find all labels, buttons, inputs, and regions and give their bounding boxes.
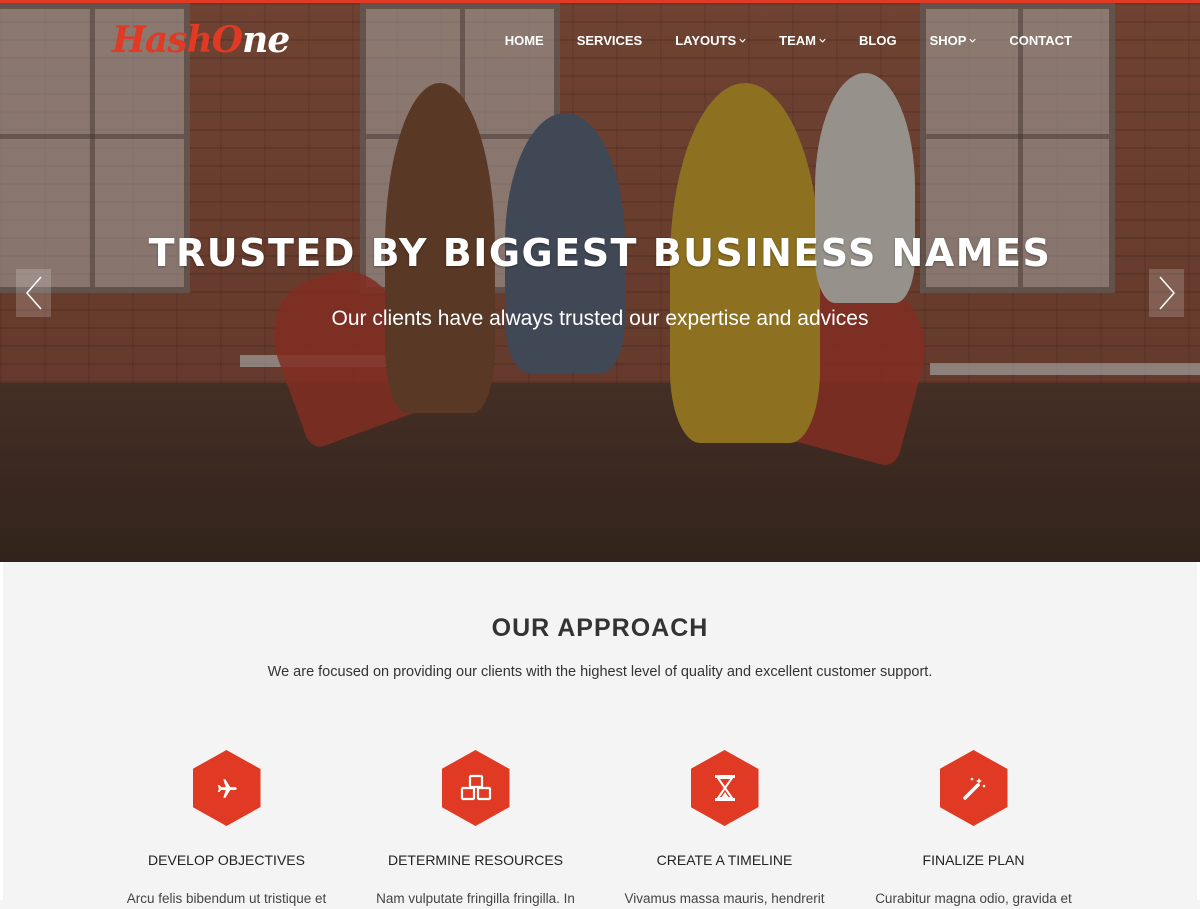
feature-text: Curabitur magna odio, gravida et <box>875 891 1072 906</box>
hexagon-badge <box>939 750 1008 826</box>
cubes-icon <box>460 774 491 801</box>
nav-item-services[interactable]: SERVICES <box>577 33 643 48</box>
feature-title: DETERMINE RESOURCES <box>387 852 564 868</box>
logo-text-hash: Hash <box>112 19 213 61</box>
feature-item: FINALIZE PLAN Curabitur magna odio, grav… <box>849 750 1098 909</box>
logo-text-o: O <box>211 19 243 61</box>
chevron-right-icon <box>1158 276 1175 310</box>
magic-wand-icon <box>962 777 985 800</box>
chevron-down-icon <box>739 38 746 43</box>
nav-item-blog[interactable]: BLOG <box>859 33 897 48</box>
feature-title: DEVELOP OBJECTIVES <box>148 852 305 868</box>
site-logo[interactable]: HashOne <box>112 19 290 61</box>
hexagon-badge <box>441 750 510 826</box>
nav-item-home[interactable]: HOME <box>505 33 544 48</box>
nav-label: LAYOUTS <box>675 33 737 48</box>
feature-text: Vivamus massa mauris, hendrerit <box>624 891 825 906</box>
hero-subtitle: Our clients have always trusted our expe… <box>331 307 869 330</box>
nav-item-shop[interactable]: SHOP <box>930 33 977 48</box>
hero-slider: HashOne HOME SERVICES LAYOUTS TEAM BLOG … <box>0 0 1200 562</box>
chevron-down-icon <box>969 38 977 43</box>
main-nav: HOME SERVICES LAYOUTS TEAM BLOG SHOP CON… <box>472 33 1072 48</box>
feature-text: Nam vulputate fringilla fringilla. In <box>376 891 575 906</box>
hero-title: TRUSTED BY BIGGEST BUSINESS NAMES <box>148 231 1052 275</box>
feature-item: CREATE A TIMELINE Vivamus massa mauris, … <box>600 750 849 909</box>
chevron-left-icon <box>25 276 42 310</box>
hourglass-icon <box>714 775 735 801</box>
hexagon-badge <box>192 750 261 826</box>
plane-icon <box>217 779 237 798</box>
features-row: DEVELOP OBJECTIVES Arcu felis bibendum u… <box>3 750 1197 909</box>
section-description: We are focused on providing our clients … <box>267 664 933 680</box>
nav-item-layouts[interactable]: LAYOUTS <box>675 33 746 48</box>
section-title: OUR APPROACH <box>491 614 709 642</box>
nav-item-team[interactable]: TEAM <box>779 33 826 48</box>
nav-label: HOME <box>504 33 544 48</box>
chevron-down-icon <box>819 38 826 43</box>
nav-label: CONTACT <box>1009 33 1072 48</box>
approach-section: OUR APPROACH We are focused on providing… <box>0 562 1200 906</box>
feature-item: DEVELOP OBJECTIVES Arcu felis bibendum u… <box>102 750 351 909</box>
hexagon-badge <box>690 750 759 826</box>
nav-label: TEAM <box>779 33 816 48</box>
feature-text: Arcu felis bibendum ut tristique et <box>126 891 327 906</box>
site-header: HashOne HOME SERVICES LAYOUTS TEAM BLOG … <box>0 3 1200 81</box>
nav-label: SHOP <box>929 33 967 48</box>
hero-background-image <box>0 3 1200 562</box>
feature-title: FINALIZE PLAN <box>922 852 1025 868</box>
nav-label: BLOG <box>859 33 897 48</box>
feature-item: DETERMINE RESOURCES Nam vulputate fringi… <box>351 750 600 909</box>
logo-text-ne: ne <box>242 19 290 61</box>
nav-item-contact[interactable]: CONTACT <box>1009 33 1072 48</box>
nav-label: SERVICES <box>576 33 643 48</box>
feature-title: CREATE A TIMELINE <box>656 852 793 868</box>
